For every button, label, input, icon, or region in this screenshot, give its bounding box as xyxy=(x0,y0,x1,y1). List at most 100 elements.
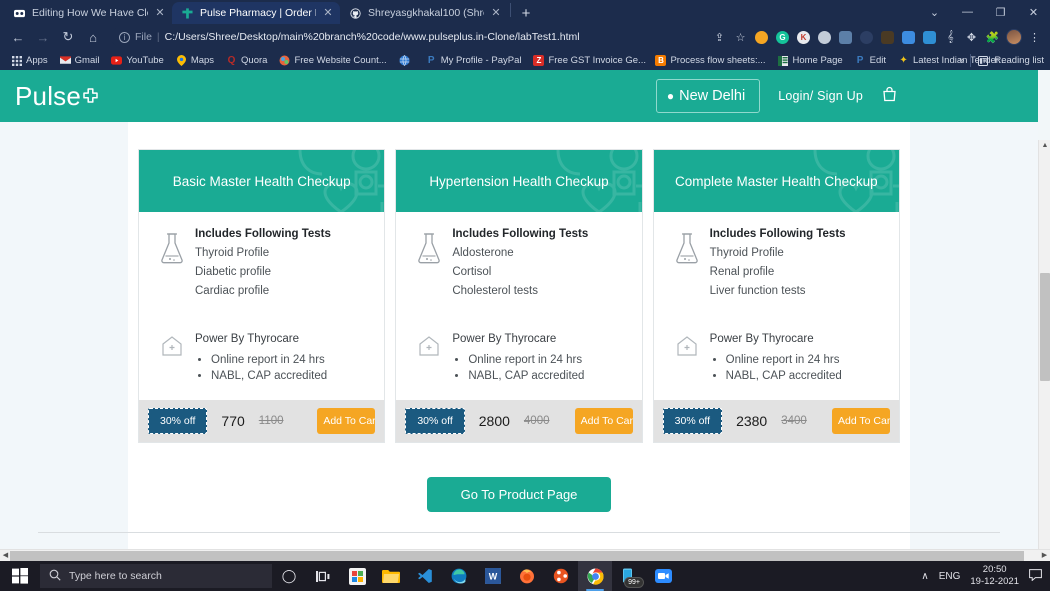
edge-icon[interactable] xyxy=(442,561,476,591)
site-logo[interactable]: Pulse xyxy=(15,81,98,112)
puzzle-extensions-icon[interactable]: 🧩 xyxy=(983,28,1002,47)
eyedropper-extension-icon[interactable] xyxy=(899,28,918,47)
feature-item: Online report in 24 hrs xyxy=(726,354,889,366)
reading-list-label[interactable]: Reading list xyxy=(994,55,1044,66)
paypal-edit-icon: P xyxy=(856,55,864,66)
bookmark-star-icon[interactable]: ☆ xyxy=(731,28,750,47)
bookmark-free-website-counter[interactable]: Free Website Count... xyxy=(274,53,391,68)
add-to-cart-button[interactable]: Add To Cart xyxy=(317,408,376,434)
bookmark-label: Gmail xyxy=(74,55,100,66)
powered-by-label: Power By Thyrocare xyxy=(452,333,557,345)
bookmark-home-page[interactable]: Home Page xyxy=(772,53,847,68)
browser-tab-2[interactable]: Shreyasgkhakal100 (Shreyas Khak ✕ xyxy=(340,2,508,24)
home-icon[interactable]: ⌂ xyxy=(81,25,105,49)
site-info-icon[interactable]: i xyxy=(119,31,130,43)
grammarly-extension-icon[interactable]: G xyxy=(773,28,792,47)
test-item: Liver function tests xyxy=(709,285,806,297)
close-icon[interactable]: ✕ xyxy=(490,7,502,19)
cta-wrapper: Go To Product Page xyxy=(128,477,910,512)
scroll-up-arrow-icon[interactable]: ▲ xyxy=(1039,140,1050,152)
bookmark-blue-globe[interactable] xyxy=(394,53,419,68)
honey-extension-icon[interactable] xyxy=(752,28,771,47)
card-title: Basic Master Health Checkup xyxy=(172,173,351,189)
maximize-icon[interactable]: ❐ xyxy=(984,0,1017,24)
minimize-icon[interactable]: — xyxy=(951,0,984,24)
city-selector[interactable]: ● New Delhi xyxy=(655,79,761,113)
url-text: C:/Users/Shree/Desktop/main%20branch%20c… xyxy=(164,31,580,43)
go-to-product-page-button[interactable]: Go To Product Page xyxy=(426,477,612,512)
bookmark-maps[interactable]: Maps xyxy=(171,53,219,68)
kebab-menu-icon[interactable]: ⋮ xyxy=(1025,28,1044,47)
share-icon[interactable]: ⇪ xyxy=(710,28,729,47)
wordpress-extension-icon[interactable] xyxy=(857,28,876,47)
search-input[interactable]: Type here to search xyxy=(40,564,272,588)
profile-avatar[interactable] xyxy=(1004,28,1023,47)
close-window-icon[interactable]: ✕ xyxy=(1017,0,1050,24)
close-icon[interactable]: ✕ xyxy=(154,7,166,19)
powered-text: Power By Thyrocare Online report in 24 h… xyxy=(195,330,374,386)
clock[interactable]: 20:50 19-12-2021 xyxy=(970,564,1019,588)
tab-title: Pulse Pharmacy | Order Medicine xyxy=(200,7,316,19)
card-title: Complete Master Health Checkup xyxy=(675,173,878,189)
todoist-extension-icon[interactable] xyxy=(836,28,855,47)
reload-icon[interactable]: ↻ xyxy=(56,25,80,49)
adblock-extension-icon[interactable] xyxy=(815,28,834,47)
firefox-icon[interactable] xyxy=(510,561,544,591)
address-bar[interactable]: i File | C:/Users/Shree/Desktop/main%20b… xyxy=(111,27,704,47)
bookmark-quora[interactable]: Q Quora xyxy=(221,53,272,68)
youtube-icon xyxy=(111,55,123,66)
close-icon[interactable]: ✕ xyxy=(322,7,334,19)
bookmark-youtube[interactable]: YouTube xyxy=(106,53,168,68)
language-indicator[interactable]: ENG xyxy=(939,571,961,582)
tab-title: Editing How We Have Cloned Pul xyxy=(32,7,148,19)
product-card[interactable]: Basic Master Health Checkup Includes Fol… xyxy=(138,149,386,443)
cortana-circle-icon[interactable]: ◯ xyxy=(272,561,306,591)
current-price: 2800 xyxy=(478,413,510,429)
browser-tab-0[interactable]: Editing How We Have Cloned Pul ✕ xyxy=(4,2,172,24)
file-explorer-icon[interactable] xyxy=(374,561,408,591)
bookmarks-bar-right: » Reading list xyxy=(959,54,1044,67)
product-card[interactable]: Hypertension Health Checkup Includes Fol… xyxy=(395,149,643,443)
zoom-icon[interactable] xyxy=(646,561,680,591)
selection-extension-icon[interactable] xyxy=(920,28,939,47)
chrome-icon[interactable] xyxy=(578,561,612,591)
new-tab-button[interactable]: + xyxy=(513,2,539,24)
browser-tab-1[interactable]: Pulse Pharmacy | Order Medicine ✕ xyxy=(172,2,340,24)
move-extension-icon[interactable]: ✥ xyxy=(962,28,981,47)
tray-chevron-icon[interactable]: ∧ xyxy=(921,571,928,582)
notification-icon[interactable] xyxy=(1029,568,1042,584)
word-icon[interactable]: W xyxy=(476,561,510,591)
bookmarks-overflow-icon[interactable]: » xyxy=(959,55,964,66)
store-icon[interactable] xyxy=(340,561,374,591)
system-tray: ∧ ENG 20:50 19-12-2021 xyxy=(921,564,1050,588)
ubuntu-icon[interactable] xyxy=(544,561,578,591)
login-signup-link[interactable]: Login/ Sign Up xyxy=(778,89,863,103)
vertical-scroll-thumb[interactable] xyxy=(1040,273,1050,381)
minimize-group-icon[interactable]: ⌄ xyxy=(918,0,951,24)
horizontal-scrollbar[interactable]: ◀ ▶ xyxy=(0,549,1050,561)
horizontal-scroll-thumb[interactable] xyxy=(10,551,1024,561)
product-card[interactable]: Complete Master Health Checkup Includes … xyxy=(652,149,900,443)
bookmark-gst-invoice[interactable]: Z Free GST Invoice Ge... xyxy=(528,53,648,68)
shopping-bag-icon[interactable] xyxy=(881,86,898,107)
kami-extension-icon[interactable]: K xyxy=(794,28,813,47)
add-to-cart-button[interactable]: Add To Cart xyxy=(574,408,633,434)
bookmark-edit[interactable]: P Edit xyxy=(850,53,891,68)
task-view-icon[interactable] xyxy=(306,561,340,591)
windows-start-icon[interactable] xyxy=(0,561,40,591)
whatsapp-icon[interactable]: 99+ xyxy=(612,561,646,591)
bookmark-process-flow-sheets[interactable]: B Process flow sheets:... xyxy=(650,53,770,68)
original-price: 3400 xyxy=(781,415,807,427)
back-icon[interactable]: ← xyxy=(6,25,30,49)
darkreader-extension-icon[interactable] xyxy=(878,28,897,47)
musescore-extension-icon[interactable]: 𝄞 xyxy=(941,28,960,47)
bookmark-apps[interactable]: Apps xyxy=(6,53,53,68)
bookmark-gmail[interactable]: Gmail xyxy=(55,53,105,68)
add-to-cart-button[interactable]: Add To Cart xyxy=(831,408,890,434)
vertical-scrollbar[interactable]: ▲ ▼ xyxy=(1038,140,1050,561)
current-price: 2380 xyxy=(736,413,768,429)
vscode-icon[interactable] xyxy=(408,561,442,591)
forward-icon[interactable]: → xyxy=(31,25,55,49)
bookmark-paypal-profile[interactable]: P My Profile - PayPal xyxy=(421,53,527,68)
bookmark-label: My Profile - PayPal xyxy=(440,55,522,66)
